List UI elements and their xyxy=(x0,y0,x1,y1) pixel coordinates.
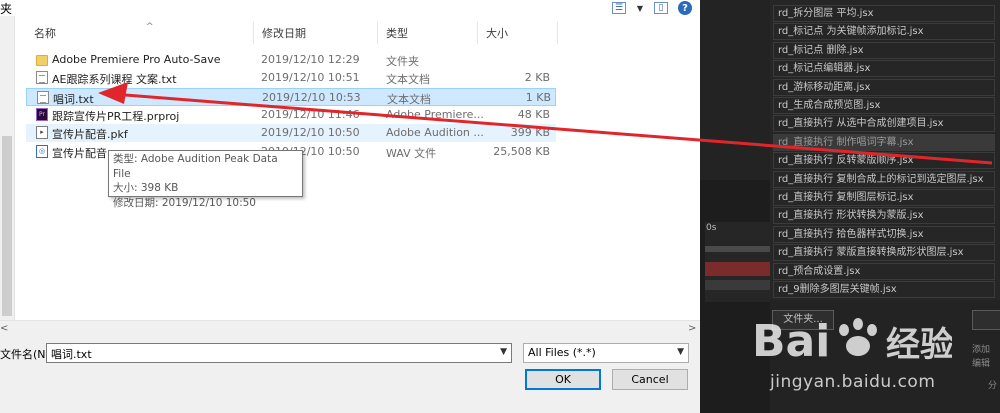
file-size: 25,508 KB xyxy=(493,145,550,158)
cancel-button[interactable]: Cancel xyxy=(612,369,688,390)
script-item[interactable]: rd_拆分图层 平均.jsx xyxy=(773,5,995,22)
filename-value: 唱词.txt xyxy=(51,348,92,361)
scroll-right-icon[interactable]: > xyxy=(688,323,696,334)
folder-icon xyxy=(36,55,48,66)
file-row-autosave-folder[interactable]: Adobe Premiere Pro Auto-Save 2019/12/10 … xyxy=(26,51,556,69)
file-date: 2019/12/10 10:51 xyxy=(261,71,360,84)
script-item[interactable]: rd_直接执行 从选中合成创建项目.jsx xyxy=(773,115,995,133)
file-name: Adobe Premiere Pro Auto-Save xyxy=(52,53,221,66)
script-item[interactable]: rd_直接执行 蒙版直接转换成形状图层.jsx xyxy=(773,244,995,262)
file-info-tooltip: 类型: Adobe Audition Peak Data File 大小: 39… xyxy=(108,150,303,209)
panel-footer-text: 添加 xyxy=(972,345,991,355)
file-size: 1 KB xyxy=(525,91,551,104)
script-item[interactable]: rd_游标移动距离.jsx xyxy=(773,78,995,96)
timeline-track xyxy=(705,246,770,252)
panel-footer-text: 分 xyxy=(988,381,998,391)
view-toolbar: ☰ ▼ ▯ ? xyxy=(612,0,692,16)
file-date: 2019/12/10 11:46 xyxy=(261,108,360,121)
premiere-file-icon: Pr xyxy=(36,108,48,121)
column-size-label: 大小 xyxy=(486,27,508,40)
file-date: 2019/12/10 12:29 xyxy=(261,53,360,66)
column-date-label: 修改日期 xyxy=(262,27,306,40)
column-header-type[interactable]: 类型 xyxy=(378,22,478,44)
script-item[interactable]: rd_生成合成预览图.jsx xyxy=(773,97,995,114)
file-name: 跟踪宣传片PR工程.prproj xyxy=(52,110,180,123)
filetype-value: All Files (*.*) xyxy=(528,346,596,359)
text-file-icon xyxy=(36,71,48,84)
watermark-url: jingyan.baidu.com xyxy=(770,372,936,392)
script-item[interactable]: rd_直接执行 制作唱词字幕.jsx xyxy=(773,133,995,151)
script-item[interactable]: rd_直接执行 复制图层标记.jsx xyxy=(773,189,995,206)
wav-file-icon: ◎ xyxy=(36,145,48,158)
file-type: 文件夹 xyxy=(386,55,419,68)
timeline-layer-bar[interactable] xyxy=(705,262,770,276)
panel-edge-button[interactable] xyxy=(972,310,1000,330)
svg-text:经验: 经验 xyxy=(886,325,952,365)
file-type: Adobe Premiere... xyxy=(386,108,484,121)
file-type: 文本文档 xyxy=(387,93,431,106)
svg-text:Bai: Bai xyxy=(752,316,830,367)
scroll-left-icon[interactable]: < xyxy=(0,323,8,334)
file-row-lyrics-txt[interactable]: 唱词.txt 2019/12/10 10:53 文本文档 1 KB xyxy=(26,88,556,106)
dialog-title-bar: 夹 ☰ ▼ ▯ ? xyxy=(0,0,700,16)
column-type-label: 类型 xyxy=(386,27,408,40)
navigation-pane-scrollbar[interactable] xyxy=(0,16,15,336)
file-date: 2019/12/10 10:53 xyxy=(262,91,361,104)
script-item[interactable]: rd_标记点 删除.jsx xyxy=(773,41,995,59)
baidu-watermark-logo: Bai 经验 xyxy=(752,316,952,367)
view-mode-icon[interactable]: ☰ xyxy=(612,2,626,14)
horizontal-scrollbar[interactable]: < > xyxy=(0,320,700,337)
script-item[interactable]: rd_直接执行 形状转换为蒙版.jsx xyxy=(773,207,995,225)
tooltip-modified: 修改日期: 2019/12/10 10:50 xyxy=(113,196,256,209)
tooltip-size: 大小: 398 KB xyxy=(113,182,179,194)
column-header-date[interactable]: 修改日期 xyxy=(254,22,378,44)
timeline-time-label: 0s xyxy=(706,223,717,233)
script-item[interactable]: rd_9删除多图层关键帧.jsx xyxy=(773,281,995,298)
dialog-footer: 文件名(N): 唱词.txt ▼ All Files (*.*) ▼ OK Ca… xyxy=(0,336,700,413)
file-row-course-txt[interactable]: AE跟踪系列课程 文案.txt 2019/12/10 10:51 文本文档 2 … xyxy=(26,69,556,87)
open-file-dialog: 夹 ☰ ▼ ▯ ? 名称 ^ 修改日期 类型 大小 Adobe Premiere… xyxy=(0,0,701,413)
file-row-prproj[interactable]: Pr 跟踪宣传片PR工程.prproj 2019/12/10 11:46 Ado… xyxy=(26,106,556,124)
script-item[interactable]: rd_预合成设置.jsx xyxy=(773,262,995,280)
tooltip-type: 类型: Adobe Audition Peak Data File xyxy=(113,153,278,180)
file-type: WAV 文件 xyxy=(386,147,437,160)
filetype-select[interactable]: All Files (*.*) ▼ xyxy=(523,343,689,363)
dialog-title: 夹 xyxy=(0,2,13,16)
file-name: 唱词.txt xyxy=(53,93,94,106)
column-header-name[interactable]: 名称 ^ xyxy=(26,22,254,44)
timeline-track xyxy=(705,280,770,290)
script-item[interactable]: rd_标记点 为关键帧添加标记.jsx xyxy=(773,23,995,41)
chevron-down-icon[interactable]: ▼ xyxy=(500,347,507,357)
file-row-pkf[interactable]: ▸ 宣传片配音.pkf 2019/12/10 10:50 Adobe Audit… xyxy=(26,124,556,142)
script-item[interactable]: rd_直接执行 拾色器样式切换.jsx xyxy=(773,225,995,243)
navigation-scroll-thumb[interactable] xyxy=(2,136,12,316)
file-size: 399 KB xyxy=(510,126,550,139)
file-size: 2 KB xyxy=(524,71,550,84)
view-dropdown-icon[interactable]: ▼ xyxy=(636,2,644,14)
script-item[interactable]: rd_直接执行 复制合成上的标记到选定图层.jsx xyxy=(773,170,995,188)
sort-ascending-icon: ^ xyxy=(146,22,154,32)
file-type: Adobe Audition ... xyxy=(386,126,484,139)
preview-pane-icon[interactable]: ▯ xyxy=(654,2,668,14)
file-size: 48 KB xyxy=(517,108,550,121)
file-type: 文本文档 xyxy=(386,73,430,86)
audition-file-icon: ▸ xyxy=(36,126,48,139)
panel-footer-text: 编辑 xyxy=(972,359,991,369)
file-date: 2019/12/10 10:50 xyxy=(261,126,360,139)
filename-input[interactable]: 唱词.txt ▼ xyxy=(46,343,512,363)
column-header-size[interactable]: 大小 xyxy=(478,22,558,44)
text-file-icon xyxy=(37,91,49,104)
help-icon[interactable]: ? xyxy=(678,1,692,15)
script-item[interactable]: rd_直接执行 反转蒙版顺序.jsx xyxy=(773,152,995,170)
chevron-down-icon[interactable]: ▼ xyxy=(677,347,684,357)
column-name-label: 名称 xyxy=(34,27,56,40)
file-name: 宣传片配音.pkf xyxy=(52,128,128,141)
ok-button[interactable]: OK xyxy=(525,369,601,390)
script-item[interactable]: rd_标记点编辑器.jsx xyxy=(773,60,995,78)
file-name: AE跟踪系列课程 文案.txt xyxy=(52,73,177,86)
